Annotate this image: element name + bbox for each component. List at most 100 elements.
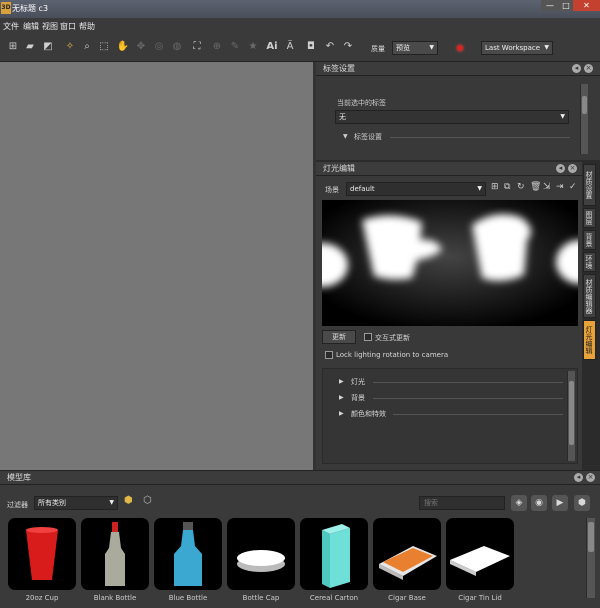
interactive-update-checkbox[interactable] — [364, 333, 372, 341]
add-icon[interactable]: ⊕ — [210, 40, 224, 54]
scrollbar[interactable] — [567, 371, 575, 461]
rotate-icon[interactable]: ◎ — [152, 40, 166, 54]
expand-arrow-icon[interactable]: ▶ — [339, 410, 344, 417]
tab-environment[interactable]: 环境 — [583, 252, 596, 272]
scrollbar[interactable] — [586, 518, 595, 598]
view-icon-4[interactable]: ⬢ — [574, 495, 590, 511]
quality-dropdown[interactable]: 预览 ▼ — [392, 41, 438, 55]
tab-material-editor[interactable]: 材质编辑器 — [583, 274, 596, 318]
scene-label: 场景 — [325, 186, 339, 194]
undo-icon[interactable]: ↶ — [323, 40, 337, 54]
scrollbar[interactable] — [580, 84, 588, 154]
search-input[interactable] — [419, 496, 505, 510]
move-icon[interactable]: ✥ — [134, 40, 148, 54]
close-panel-icon[interactable]: × — [568, 164, 577, 173]
text-icon[interactable]: Ä — [283, 40, 297, 54]
label-panel-title: 标签设置 — [323, 64, 355, 73]
lock-rotation-checkbox[interactable] — [325, 351, 333, 359]
model-thumb-bottle-cap[interactable] — [227, 518, 295, 590]
scene-dropdown[interactable]: default ▼ — [346, 182, 486, 196]
model-thumb-blue-bottle[interactable] — [154, 518, 222, 590]
scrollbar-thumb[interactable] — [588, 522, 594, 552]
section-background[interactable]: 背景 — [351, 393, 365, 403]
scale-icon[interactable]: ◍ — [170, 40, 184, 54]
frame-icon[interactable]: ⛶ — [190, 40, 204, 54]
delete-icon[interactable]: 🗑 — [530, 182, 541, 192]
expand-arrow-icon[interactable]: ▼ — [343, 133, 348, 140]
chevron-down-icon: ▼ — [109, 499, 114, 506]
menu-view[interactable]: 视图 — [42, 21, 58, 32]
menu-window[interactable]: 窗口 — [60, 21, 76, 32]
float-icon[interactable]: ◂ — [556, 164, 565, 173]
model-thumb-blank-bottle[interactable] — [81, 518, 149, 590]
record-icon[interactable] — [457, 45, 463, 51]
tab-material-settings[interactable]: 材质设置 — [583, 164, 596, 206]
section-color-effects[interactable]: 颜色和特效 — [351, 409, 386, 419]
minimize-button[interactable]: — — [541, 0, 559, 11]
menu-help[interactable]: 帮助 — [79, 21, 95, 32]
float-icon[interactable]: ◂ — [572, 64, 581, 73]
render-icon[interactable]: ◘ — [304, 40, 318, 54]
model-thumb-cigar-base[interactable] — [373, 518, 441, 590]
model-library-header: 模型库 ◂ × — [0, 471, 600, 485]
maximize-button[interactable]: □ — [559, 0, 573, 11]
current-label-value: 无 — [339, 113, 346, 121]
close-button[interactable]: ✕ — [573, 0, 600, 11]
package-icon[interactable]: ⬢ — [124, 495, 133, 506]
lighting-preview[interactable] — [322, 200, 578, 326]
model-thumb-cereal-carton[interactable] — [300, 518, 368, 590]
view-icon-1[interactable]: ◈ — [511, 495, 527, 511]
tab-light-editor[interactable]: 灯光编辑 — [583, 320, 596, 360]
model-name: Bottle Cap — [242, 594, 280, 602]
bottle-cap-icon — [237, 550, 285, 572]
expand-arrow-icon[interactable]: ▶ — [339, 394, 344, 401]
tab-background[interactable]: 背景 — [583, 230, 596, 250]
chevron-down-icon: ▼ — [429, 44, 434, 51]
add-scene-icon[interactable]: ⊞ — [491, 182, 499, 192]
expand-arrow-icon[interactable]: ▶ — [339, 378, 344, 385]
update-button[interactable]: 更新 — [322, 330, 356, 344]
view-icon-3[interactable]: ▶ — [552, 495, 568, 511]
new-icon[interactable]: ⊞ — [6, 40, 20, 54]
section-lights[interactable]: 灯光 — [351, 377, 365, 387]
copy-scene-icon[interactable]: ⧉ — [504, 182, 510, 192]
check-icon[interactable]: ✓ — [569, 182, 577, 192]
zoom-icon[interactable]: ⌕ — [80, 40, 94, 54]
model-thumb-20oz-cup[interactable] — [8, 518, 76, 590]
export-icon[interactable]: ⇥ — [556, 182, 564, 192]
float-icon[interactable]: ◂ — [574, 473, 583, 482]
region-zoom-icon[interactable]: ⬚ — [97, 40, 111, 54]
import-icon[interactable]: ⇲ — [543, 182, 551, 192]
current-label-dropdown[interactable]: 无 ▼ — [335, 110, 569, 124]
open-icon[interactable]: ▰ — [23, 40, 37, 54]
ai-icon[interactable]: Ai — [265, 40, 279, 54]
bottle-icon — [105, 522, 125, 586]
save-icon[interactable]: ◩ — [41, 40, 55, 54]
select-icon[interactable]: ✧ — [63, 40, 77, 54]
tin-lid-icon — [450, 546, 510, 576]
menu-edit[interactable]: 编辑 — [23, 21, 39, 32]
scrollbar-thumb[interactable] — [569, 381, 574, 445]
edit-icon[interactable]: ✎ — [228, 40, 242, 54]
menu-file[interactable]: 文件 — [3, 21, 19, 32]
star-icon[interactable]: ★ — [246, 40, 260, 54]
label-settings-section[interactable]: 标签设置 — [354, 132, 382, 142]
scrollbar-thumb[interactable] — [582, 96, 587, 114]
tab-layers[interactable]: 图层 — [583, 208, 596, 228]
lock-rotation-label: Lock lighting rotation to camera — [336, 351, 449, 359]
close-panel-icon[interactable]: × — [586, 473, 595, 482]
category-dropdown[interactable]: 所有类别 ▼ — [34, 496, 118, 510]
quality-value: 预览 — [396, 44, 410, 52]
3d-viewport[interactable] — [0, 62, 313, 470]
model-thumb-cigar-tin-lid[interactable] — [446, 518, 514, 590]
close-panel-icon[interactable]: × — [584, 64, 593, 73]
pan-icon[interactable]: ✋ — [116, 40, 130, 54]
divider — [393, 414, 563, 415]
view-icon-2[interactable]: ◉ — [531, 495, 547, 511]
cube-icon[interactable]: ⬡ — [143, 495, 152, 506]
menu-bar: 文件 编辑 视图 窗口 帮助 — [0, 18, 600, 34]
redo-icon[interactable]: ↷ — [341, 40, 355, 54]
workspace-dropdown[interactable]: Last Workspace ▼ — [481, 41, 553, 55]
cigar-box-icon — [379, 546, 437, 580]
refresh-icon[interactable]: ↻ — [517, 182, 525, 192]
